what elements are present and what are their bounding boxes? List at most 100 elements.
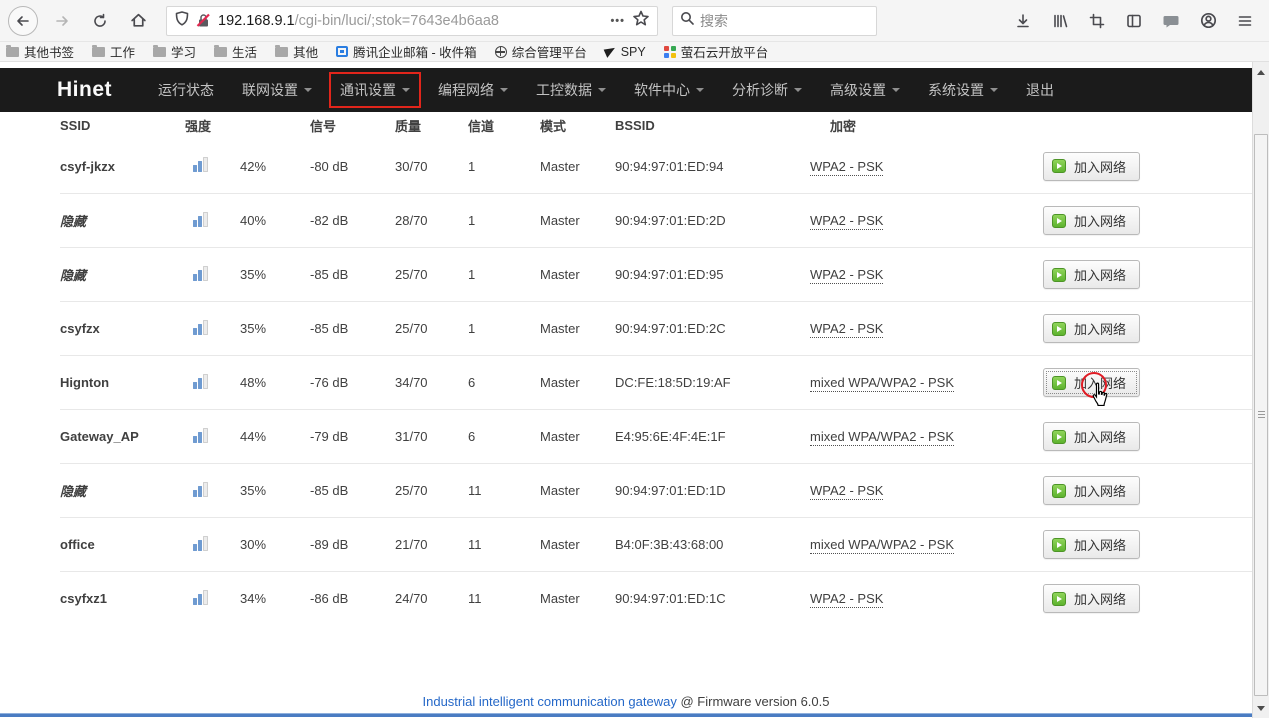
page-actions-icon[interactable]: •••	[610, 15, 625, 27]
reload-button[interactable]	[86, 7, 114, 35]
mode-cell: Master	[540, 267, 615, 282]
encryption-cell: mixed WPA/WPA2 - PSK	[810, 537, 1043, 552]
join-network-button[interactable]: 加入网络	[1043, 584, 1140, 613]
header-bssid: BSSID	[615, 118, 810, 133]
signal-cell: -76 dB	[310, 375, 395, 390]
nav-item[interactable]: 退出	[1012, 74, 1068, 106]
forward-button[interactable]	[48, 7, 76, 35]
insecure-lock-icon[interactable]	[196, 13, 211, 28]
bookmark-star-icon[interactable]	[633, 10, 649, 31]
library-icon[interactable]	[1046, 7, 1074, 35]
messages-icon[interactable]	[1157, 7, 1185, 35]
nav-item[interactable]: 运行状态	[144, 74, 228, 106]
nav-item[interactable]: 软件中心	[620, 74, 718, 106]
menu-hamburger-icon[interactable]	[1231, 7, 1259, 35]
channel-cell: 1	[468, 213, 540, 228]
nav-item[interactable]: 工控数据	[522, 74, 620, 106]
folder-icon	[92, 47, 105, 57]
ssid-cell: 隐藏	[60, 265, 185, 284]
nav-item[interactable]: 编程网络	[424, 74, 522, 106]
bookmark-label: 萤石云开放平台	[681, 42, 769, 61]
bookmarks-bar: 其他书签工作 学习 生活其他腾讯企业邮箱 - 收件箱综合管理平台 SPY 萤石云开放平台	[0, 42, 1269, 62]
back-button[interactable]	[8, 6, 38, 36]
search-input[interactable]	[700, 13, 869, 29]
bookmark-item[interactable]: SPY	[605, 45, 646, 59]
bookmark-item[interactable]: 其他	[275, 42, 318, 61]
ssid-cell: Gateway_AP	[60, 429, 185, 444]
signal-cell: -85 dB	[310, 483, 395, 498]
table-row: Hignton 48% -76 dB 34/70 6 Master DC:FE:…	[60, 355, 1252, 409]
bookmark-item[interactable]: 腾讯企业邮箱 - 收件箱	[336, 42, 477, 61]
join-network-button[interactable]: 加入网络	[1043, 422, 1140, 451]
search-box[interactable]	[672, 6, 877, 36]
bookmark-item[interactable]: 萤石云开放平台	[664, 42, 769, 61]
strength-cell: 42%	[240, 159, 310, 174]
scrollbar-thumb[interactable]	[1254, 134, 1268, 696]
join-cell: 加入网络	[1043, 260, 1203, 289]
chevron-down-icon	[304, 88, 312, 92]
join-network-button[interactable]: 加入网络	[1043, 314, 1140, 343]
folder-icon	[214, 47, 227, 57]
join-network-button[interactable]: 加入网络	[1043, 368, 1140, 397]
signal-strength-icon	[185, 374, 240, 392]
join-network-button[interactable]: 加入网络	[1043, 152, 1140, 181]
site-nav: Hinet 运行状态联网设置通讯设置编程网络 工控数据软件中心分析诊断高级设置系统…	[0, 68, 1252, 112]
signal-strength-icon	[185, 157, 240, 175]
encryption-cell: mixed WPA/WPA2 - PSK	[810, 375, 1043, 390]
sidebar-toggle-icon[interactable]	[1120, 7, 1148, 35]
bookmark-label: 生活	[232, 42, 257, 61]
join-cell: 加入网络	[1043, 530, 1203, 559]
bookmark-item[interactable]: 学习	[153, 42, 196, 61]
join-button-label: 加入网络	[1074, 427, 1126, 446]
scroll-down-icon[interactable]	[1253, 700, 1269, 716]
account-icon[interactable]	[1194, 7, 1222, 35]
url-text: 192.168.9.1/cgi-bin/luci/;stok=7643e4b6a…	[218, 13, 603, 29]
nav-items: 运行状态联网设置通讯设置编程网络 工控数据软件中心分析诊断高级设置系统设置退出	[144, 74, 1068, 106]
mode-cell: Master	[540, 159, 615, 174]
channel-cell: 1	[468, 159, 540, 174]
join-cell: 加入网络	[1043, 368, 1203, 397]
nav-item-label: 编程网络	[438, 80, 494, 100]
table-row: csyf-jkzx 42% -80 dB 30/70 1 Master 90:9…	[60, 139, 1252, 193]
join-network-button[interactable]: 加入网络	[1043, 476, 1140, 505]
url-bar[interactable]: 192.168.9.1/cgi-bin/luci/;stok=7643e4b6a…	[166, 6, 658, 36]
mode-cell: Master	[540, 429, 615, 444]
join-icon	[1052, 159, 1066, 173]
bookmark-item[interactable]: 其他书签	[6, 42, 74, 61]
nav-item[interactable]: 系统设置	[914, 74, 1012, 106]
bookmark-item[interactable]: 综合管理平台	[495, 42, 587, 61]
signal-strength-icon	[185, 482, 240, 500]
nav-item[interactable]: 分析诊断	[718, 74, 816, 106]
signal-cell: -82 dB	[310, 213, 395, 228]
scroll-up-icon[interactable]	[1253, 64, 1269, 80]
join-network-button[interactable]: 加入网络	[1043, 260, 1140, 289]
vertical-scrollbar[interactable]	[1252, 62, 1269, 718]
bookmark-label: 学习	[171, 42, 196, 61]
header-mode: 模式	[540, 116, 615, 135]
channel-cell: 11	[468, 537, 540, 552]
encryption-cell: mixed WPA/WPA2 - PSK	[810, 429, 1043, 444]
join-icon	[1052, 538, 1066, 552]
signal-cell: -89 dB	[310, 537, 395, 552]
join-network-button[interactable]: 加入网络	[1043, 206, 1140, 235]
bookmark-item[interactable]: 生活	[214, 42, 257, 61]
join-button-label: 加入网络	[1074, 373, 1126, 392]
chevron-down-icon	[696, 88, 704, 92]
nav-item[interactable]: 通讯设置	[326, 74, 424, 106]
nav-item[interactable]: 高级设置	[816, 74, 914, 106]
strength-cell: 35%	[240, 321, 310, 336]
join-network-button[interactable]: 加入网络	[1043, 530, 1140, 559]
mode-cell: Master	[540, 213, 615, 228]
signal-cell: -85 dB	[310, 267, 395, 282]
header-signal: 信号	[310, 116, 395, 135]
ssid-cell: 隐藏	[60, 481, 185, 500]
firmware-version: @ Firmware version 6.0.5	[677, 694, 830, 709]
home-button[interactable]	[124, 7, 152, 35]
nav-item[interactable]: 联网设置	[228, 74, 326, 106]
brand-logo[interactable]: Hinet	[57, 78, 112, 102]
shield-icon[interactable]	[175, 11, 189, 31]
gateway-link[interactable]: Industrial intelligent communication gat…	[423, 694, 677, 709]
screenshot-tool-icon[interactable]	[1083, 7, 1111, 35]
download-icon[interactable]	[1009, 7, 1037, 35]
bookmark-item[interactable]: 工作	[92, 42, 135, 61]
